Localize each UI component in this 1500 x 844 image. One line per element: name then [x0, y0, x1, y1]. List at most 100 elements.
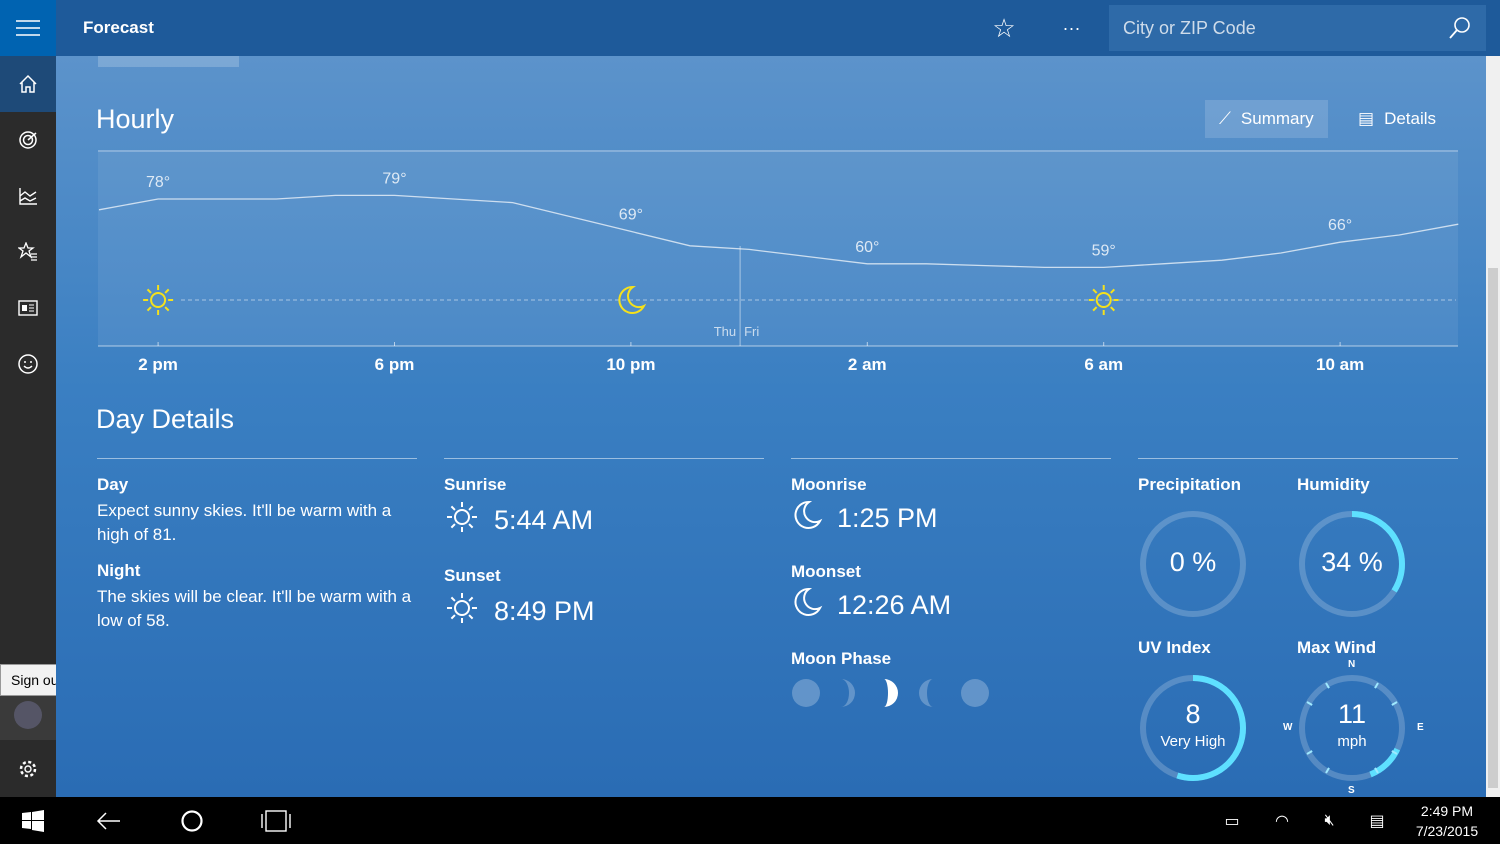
settings-button[interactable] — [0, 741, 56, 797]
favorite-button[interactable]: ☆ — [974, 13, 1034, 44]
clock-date: 7/23/2015 — [1415, 822, 1479, 839]
day-label: Day — [97, 475, 129, 494]
back-button[interactable] — [66, 797, 150, 844]
battery-icon[interactable]: ▭ — [1207, 797, 1257, 844]
radar-icon — [19, 131, 37, 149]
moonset-icon — [791, 586, 823, 625]
max-wind-label: Max Wind — [1297, 638, 1377, 657]
humidity-label: Humidity — [1297, 475, 1370, 494]
sidebar-item-feedback[interactable] — [0, 336, 56, 392]
gear-icon — [19, 760, 37, 778]
hamburger-menu-button[interactable] — [0, 0, 56, 56]
sunset-label: Sunset — [444, 566, 501, 585]
app-header: Forecast ☆ ··· City or ZIP Code — [56, 0, 1500, 56]
volume-muted-icon[interactable]: 🔇︎ — [1307, 797, 1352, 844]
temp-label: 78° — [146, 174, 170, 191]
hour-label: 6 pm — [375, 355, 415, 374]
temp-label: 79° — [382, 170, 406, 187]
compass-e: E — [1417, 722, 1424, 733]
action-center-icon[interactable]: ▤ — [1352, 797, 1402, 844]
night-label: Night — [97, 561, 141, 580]
precipitation-gauge: 0 % — [1138, 509, 1248, 624]
sunrise-label: Sunrise — [444, 475, 507, 494]
hour-label: 6 am — [1084, 355, 1123, 374]
precipitation-value: 0 % — [1169, 547, 1217, 577]
uv-description: Very High — [1160, 733, 1226, 750]
hour-label: 10 am — [1316, 355, 1364, 374]
main-content: Hourly ⟋ Summary ▤ Details 2 pm 78° 6 pm 79° 1… — [56, 56, 1486, 797]
news-icon — [18, 300, 38, 316]
day-text: Expect sunny skies. It'll be warm with a… — [97, 501, 392, 544]
compass-s: S — [1348, 785, 1355, 796]
moonset-time: 12:26 AM — [837, 590, 952, 620]
moonset-label: Moonset — [791, 562, 861, 581]
sunrise-time: 5:44 AM — [494, 505, 594, 535]
scrollbar-thumb[interactable] — [1488, 268, 1498, 788]
start-button[interactable] — [0, 797, 66, 844]
more-button[interactable]: ··· — [1034, 18, 1109, 39]
temp-label: 59° — [1092, 242, 1116, 259]
hamburger-icon — [16, 20, 40, 36]
clock-time: 2:49 PM — [1420, 802, 1474, 819]
sidebar-item-home[interactable] — [0, 56, 56, 112]
cortana-button[interactable] — [150, 797, 234, 844]
sunrise-icon — [444, 499, 480, 542]
account-button[interactable] — [0, 690, 56, 740]
conditions-gauges: Precipitation Humidity 0 % 34 % UV Index… — [1138, 458, 1458, 797]
moon-phase-icons — [792, 679, 989, 707]
avatar — [14, 701, 42, 729]
wifi-icon[interactable]: ◠ — [1257, 797, 1307, 844]
sunset-icon — [444, 590, 480, 633]
sidebar-item-favorites[interactable] — [0, 224, 56, 280]
chart-area — [98, 152, 1458, 346]
wind-compass: 11 mph N E S W — [1283, 659, 1424, 796]
smiley-icon — [18, 354, 38, 374]
temp-label: 66° — [1328, 217, 1352, 234]
task-view-icon — [261, 809, 291, 832]
taskbar: ▭ ◠ 🔇︎ ▤ 2:49 PM 7/23/2015 — [0, 797, 1500, 844]
day-night-summary: Day Expect sunny skies. It'll be warm wi… — [97, 458, 417, 633]
uv-index-gauge: 8 Very High — [1138, 673, 1248, 788]
temp-label: 69° — [619, 206, 643, 223]
uv-value: 8 — [1185, 699, 1201, 729]
humidity-value: 34 % — [1321, 547, 1383, 577]
more-icon: ··· — [1062, 17, 1081, 38]
chart-icon — [19, 188, 37, 205]
wind-speed: 11 — [1337, 699, 1367, 729]
scrollbar[interactable] — [1486, 56, 1500, 797]
moonrise-label: Moonrise — [791, 475, 867, 494]
temp-label: 60° — [855, 239, 879, 256]
hourly-chart: 2 pm 78° 6 pm 79° 10 pm 69° 2 am 60° 6 am 59° 10 a… — [98, 150, 1459, 374]
moonrise-icon — [791, 499, 823, 538]
home-icon — [19, 74, 37, 93]
hour-label: 2 pm — [138, 355, 178, 374]
sunset-time: 8:49 PM — [494, 596, 595, 626]
back-arrow-icon — [96, 811, 120, 830]
day-details-title: Day Details — [96, 404, 235, 434]
night-text: The skies will be clear. It'll be warm w… — [97, 587, 412, 630]
windows-icon — [22, 809, 44, 832]
uv-index-label: UV Index — [1138, 638, 1211, 657]
wind-unit: mph — [1337, 733, 1367, 750]
compass-n: N — [1348, 659, 1356, 670]
day-label-fri: Fri — [744, 324, 759, 339]
search-input[interactable]: City or ZIP Code — [1109, 5, 1486, 51]
page-title: Forecast — [83, 18, 154, 37]
hour-label: 10 pm — [606, 355, 655, 374]
moon-times: Moonrise 1:25 PM Moonset 12:26 AM Moon P… — [791, 458, 1111, 718]
sidebar-item-news[interactable] — [0, 280, 56, 336]
task-view-button[interactable] — [234, 797, 318, 844]
hour-label: 2 am — [848, 355, 887, 374]
day-label-thu: Thu — [714, 324, 736, 339]
moon-phase-label: Moon Phase — [791, 649, 892, 668]
sun-times: Sunrise 5:44 AM Sunset 8:49 PM — [444, 458, 764, 657]
search-icon[interactable] — [1448, 16, 1472, 40]
star-list-icon — [18, 242, 37, 261]
sidebar-item-maps[interactable] — [0, 112, 56, 168]
precipitation-label: Precipitation — [1138, 475, 1241, 494]
sidebar-item-historical[interactable] — [0, 168, 56, 224]
humidity-gauge: 34 % — [1297, 509, 1407, 624]
clock[interactable]: 2:49 PM 7/23/2015 — [1402, 801, 1492, 841]
star-icon: ☆ — [992, 12, 1016, 43]
cortana-circle-icon — [181, 809, 203, 832]
